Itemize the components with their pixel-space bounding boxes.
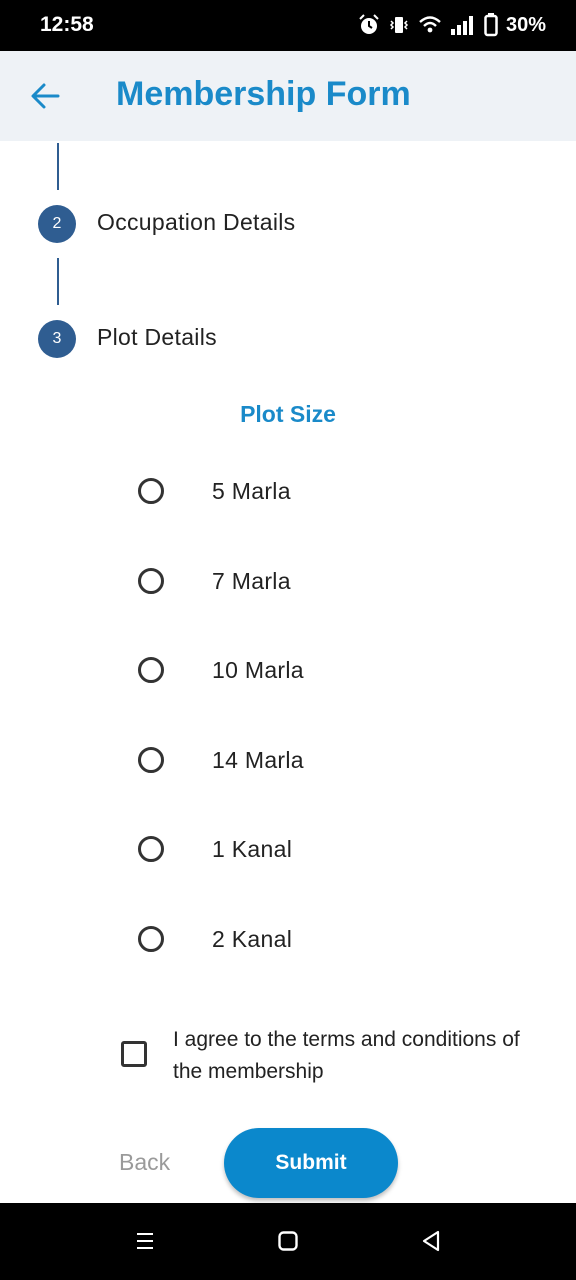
- radio-label: 10 Marla: [212, 656, 304, 683]
- status-bar: 12:58 30%: [0, 0, 576, 51]
- app-bar: Membership Form: [0, 51, 576, 141]
- stepper-connector: [57, 143, 59, 190]
- radio-button[interactable]: [138, 568, 164, 594]
- recents-icon[interactable]: [133, 1229, 157, 1253]
- step-indicator-3[interactable]: 3: [38, 320, 76, 358]
- radio-option-5-marla[interactable]: 5 Marla: [138, 473, 290, 509]
- radio-label: 14 Marla: [212, 746, 304, 773]
- radio-label: 1 Kanal: [212, 835, 293, 862]
- radio-button[interactable]: [138, 478, 164, 504]
- radio-button[interactable]: [138, 836, 164, 862]
- step-indicator-2[interactable]: 2: [38, 205, 76, 243]
- vibrate-icon: [389, 17, 409, 33]
- radio-option-7-marla[interactable]: 7 Marla: [138, 563, 290, 599]
- radio-button[interactable]: [138, 926, 164, 952]
- radio-option-10-marla[interactable]: 10 Marla: [138, 652, 304, 688]
- page-title: Membership Form: [116, 75, 411, 113]
- system-nav-bar: [0, 1203, 576, 1280]
- radio-option-14-marla[interactable]: 14 Marla: [138, 742, 304, 778]
- stepper-connector: [57, 258, 59, 305]
- radio-option-1-kanal[interactable]: 1 Kanal: [138, 831, 292, 867]
- battery-percent: 30%: [505, 13, 546, 36]
- status-icons: 30%: [358, 11, 546, 39]
- home-icon[interactable]: [276, 1229, 300, 1253]
- terms-checkbox[interactable]: [121, 1041, 147, 1067]
- arrow-left-icon[interactable]: [28, 79, 62, 113]
- status-time: 12:58: [40, 13, 94, 36]
- terms-label[interactable]: I agree to the terms and conditions of t…: [173, 1024, 553, 1088]
- back-triangle-icon[interactable]: [419, 1229, 443, 1253]
- radio-button[interactable]: [138, 747, 164, 773]
- radio-button[interactable]: [138, 657, 164, 683]
- step-label-plot-details[interactable]: Plot Details: [97, 324, 217, 351]
- submit-button[interactable]: Submit: [224, 1128, 398, 1198]
- radio-label: 5 Marla: [212, 477, 291, 504]
- plot-size-title: Plot Size: [240, 401, 336, 427]
- radio-label: 7 Marla: [212, 567, 291, 594]
- wifi-icon: [419, 16, 441, 33]
- battery-icon: [484, 13, 498, 37]
- radio-label: 2 Kanal: [212, 925, 293, 952]
- back-button[interactable]: Back: [119, 1149, 170, 1176]
- alarm-icon: [359, 14, 379, 34]
- step-label-occupation-details[interactable]: Occupation Details: [97, 209, 295, 236]
- signal-icon: [450, 16, 473, 35]
- radio-option-2-kanal[interactable]: 2 Kanal: [138, 921, 292, 957]
